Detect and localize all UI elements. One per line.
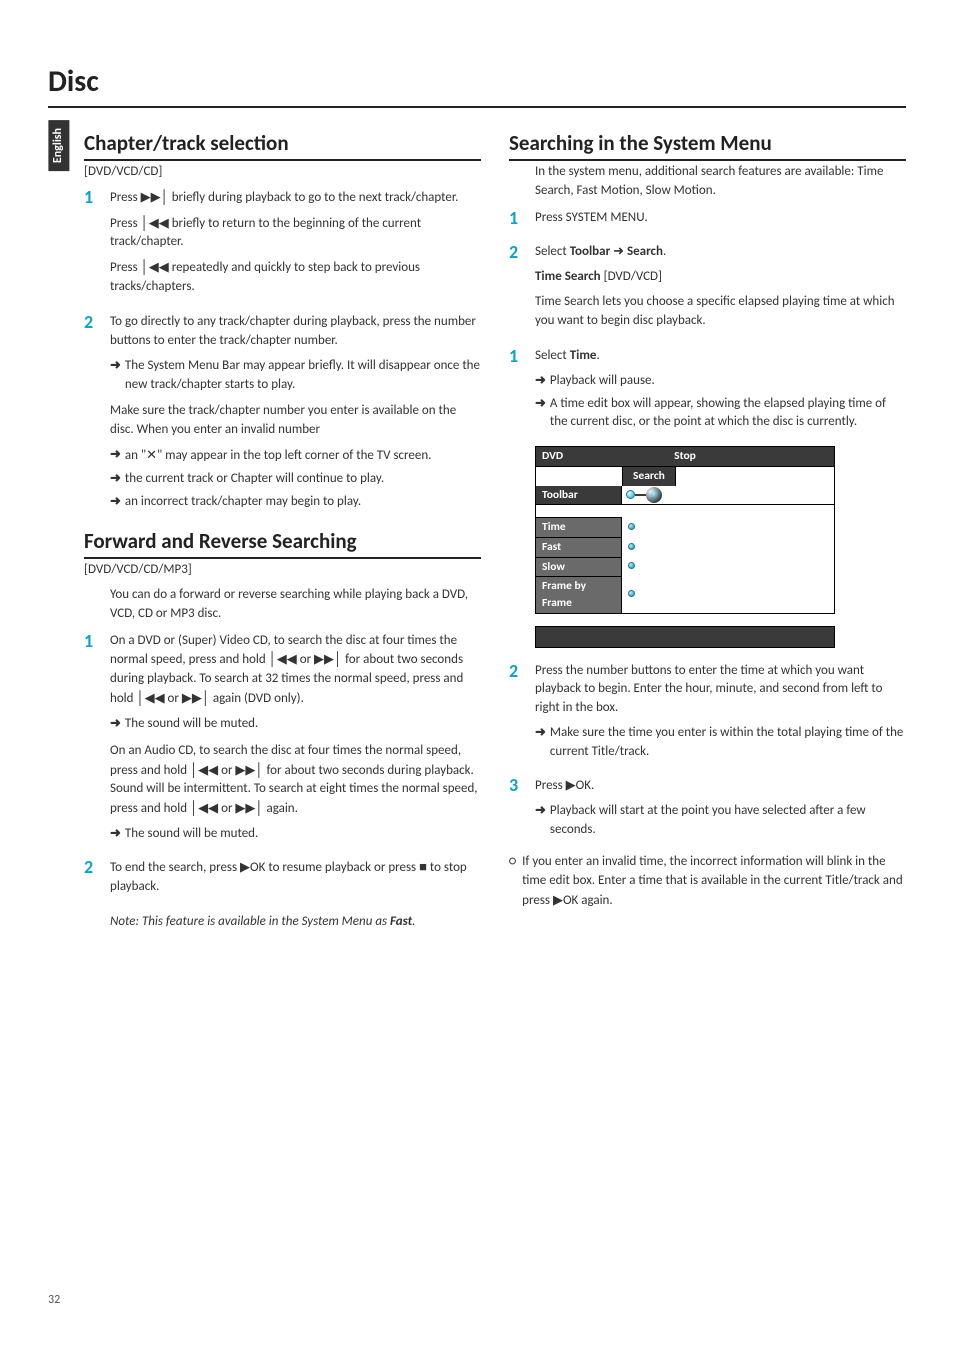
prev-icon: │◀◀ — [190, 800, 218, 815]
step-number: 2 — [509, 662, 525, 682]
step-text: Make sure the track/chapter number you e… — [110, 402, 481, 440]
menu-dvd-label: DVD — [542, 448, 637, 465]
arrow-icon: ➜ — [110, 825, 121, 844]
step-text: Press SYSTEM MENU. — [535, 209, 906, 228]
arrow-icon: ➜ — [110, 357, 121, 376]
step-text: Press │◀◀ repeatedly and quickly to step… — [110, 258, 481, 297]
menu-dot-icon — [628, 543, 635, 550]
arrow-icon: ➜ — [110, 470, 121, 489]
language-tab: English — [48, 120, 69, 171]
arrow-icon: ➜ — [110, 715, 121, 734]
step-number: 1 — [509, 347, 525, 367]
next-icon: ▶▶│ — [141, 189, 169, 204]
result-text: The sound will be muted. — [125, 825, 481, 844]
arrow-icon: ➜ — [110, 446, 121, 465]
arrow-icon: ➜ — [535, 372, 546, 391]
step-text: Press ▶▶│ briefly during playback to go … — [110, 188, 481, 208]
arrow-icon: ➜ — [535, 802, 546, 821]
step-text: To go directly to any track/chapter duri… — [110, 313, 481, 351]
arrow-icon: ➜ — [535, 724, 546, 743]
result-text: The System Menu Bar may appear briefly. … — [125, 357, 481, 395]
stop-icon: ■ — [419, 859, 427, 874]
result-text: an incorrect track/chapter may begin to … — [125, 493, 481, 512]
system-menu-graphic: DVD Stop Search Toolbar — [535, 446, 835, 647]
step-text: Press │◀◀ briefly to return to the begin… — [110, 214, 481, 253]
result-text: Playback will start at the point you hav… — [550, 802, 906, 840]
circle-bullet-icon: ○ — [509, 853, 516, 911]
arrow-icon: ➜ — [110, 493, 121, 512]
step-number: 2 — [84, 858, 100, 878]
section-chapter-track: Chapter/track selection — [84, 128, 481, 161]
menu-item-frame-by-frame: Frame by Frame — [535, 576, 835, 612]
menu-toolbar-label: Toolbar — [536, 486, 622, 505]
menu-selector-icon — [646, 487, 662, 503]
menu-dot-icon — [626, 490, 635, 499]
x-icon: ✕ — [146, 447, 157, 462]
menu-item-time: Time — [535, 517, 835, 537]
page-number: 32 — [48, 1292, 60, 1309]
menu-search-row: Search — [535, 467, 835, 486]
step-text: On a DVD or (Super) Video CD, to search … — [110, 632, 481, 709]
result-text: an "✕" may appear in the top left corner… — [125, 446, 481, 466]
next-icon: ▶▶│ — [182, 690, 210, 705]
note-text: If you enter an invalid time, the incorr… — [522, 853, 906, 911]
time-search-heading: Time Search [DVD/VCD] — [535, 268, 906, 287]
menu-stop-label: Stop — [637, 448, 732, 465]
page-title: Disc — [48, 60, 906, 108]
step-text: Select Time. — [535, 347, 906, 366]
menu-dot-icon — [628, 523, 635, 530]
section-intro: In the system menu, additional search fe… — [535, 163, 906, 201]
step-number: 2 — [509, 243, 525, 263]
menu-dot-icon — [628, 590, 635, 597]
prev-icon: │◀◀ — [190, 762, 218, 777]
section-searching-system-menu: Searching in the System Menu — [509, 128, 906, 161]
step-text: To end the search, press ▶OK to resume p… — [110, 858, 481, 897]
step-text: Press ▶OK. — [535, 776, 906, 796]
step-text: On an Audio CD, to search the disc at fo… — [110, 742, 481, 819]
step-number: 1 — [84, 632, 100, 652]
section-forward-reverse: Forward and Reverse Searching — [84, 526, 481, 559]
arrow-icon: ➜ — [535, 395, 546, 414]
menu-dot-icon — [628, 562, 635, 569]
time-search-intro: Time Search lets you choose a specific e… — [535, 293, 906, 331]
step-text: Select Toolbar ➜ Search. — [535, 243, 906, 262]
result-text: Make sure the time you enter is within t… — [550, 724, 906, 762]
step-number: 1 — [84, 188, 100, 208]
section-intro: You can do a forward or reverse searchin… — [110, 586, 481, 624]
result-text: The sound will be muted. — [125, 715, 481, 734]
menu-blank-panel — [535, 626, 835, 648]
result-text: Playback will pause. — [550, 372, 906, 391]
step-number: 2 — [84, 313, 100, 333]
play-icon: ▶ — [566, 777, 576, 792]
play-icon: ▶ — [240, 859, 250, 874]
result-text: A time edit box will appear, showing the… — [550, 395, 906, 433]
right-column: Searching in the System Menu In the syst… — [509, 122, 906, 940]
menu-titlebar: DVD Stop — [535, 446, 835, 467]
prev-icon: │◀◀ — [141, 259, 169, 274]
left-column: Chapter/track selection [DVD/VCD/CD] 1 P… — [84, 122, 481, 940]
next-icon: ▶▶│ — [235, 762, 263, 777]
prev-icon: │◀◀ — [269, 651, 297, 666]
next-icon: ▶▶│ — [235, 800, 263, 815]
result-text: the current track or Chapter will contin… — [125, 470, 481, 489]
next-icon: ▶▶│ — [314, 651, 342, 666]
menu-search-tab: Search — [622, 467, 676, 486]
chapter-track-subtitle: [DVD/VCD/CD] — [84, 163, 481, 182]
step-text: Press the number buttons to enter the ti… — [535, 662, 906, 719]
menu-item-fast: Fast — [535, 537, 835, 557]
forward-reverse-subtitle: [DVD/VCD/CD/MP3] — [84, 561, 481, 580]
menu-toolbar-row: Toolbar — [535, 486, 835, 506]
play-icon: ▶ — [553, 892, 563, 907]
note-text: Note: This feature is available in the S… — [110, 913, 481, 932]
prev-icon: │◀◀ — [141, 215, 169, 230]
step-number: 1 — [509, 209, 525, 229]
step-number: 3 — [509, 776, 525, 796]
prev-icon: │◀◀ — [136, 690, 164, 705]
menu-item-slow: Slow — [535, 557, 835, 577]
